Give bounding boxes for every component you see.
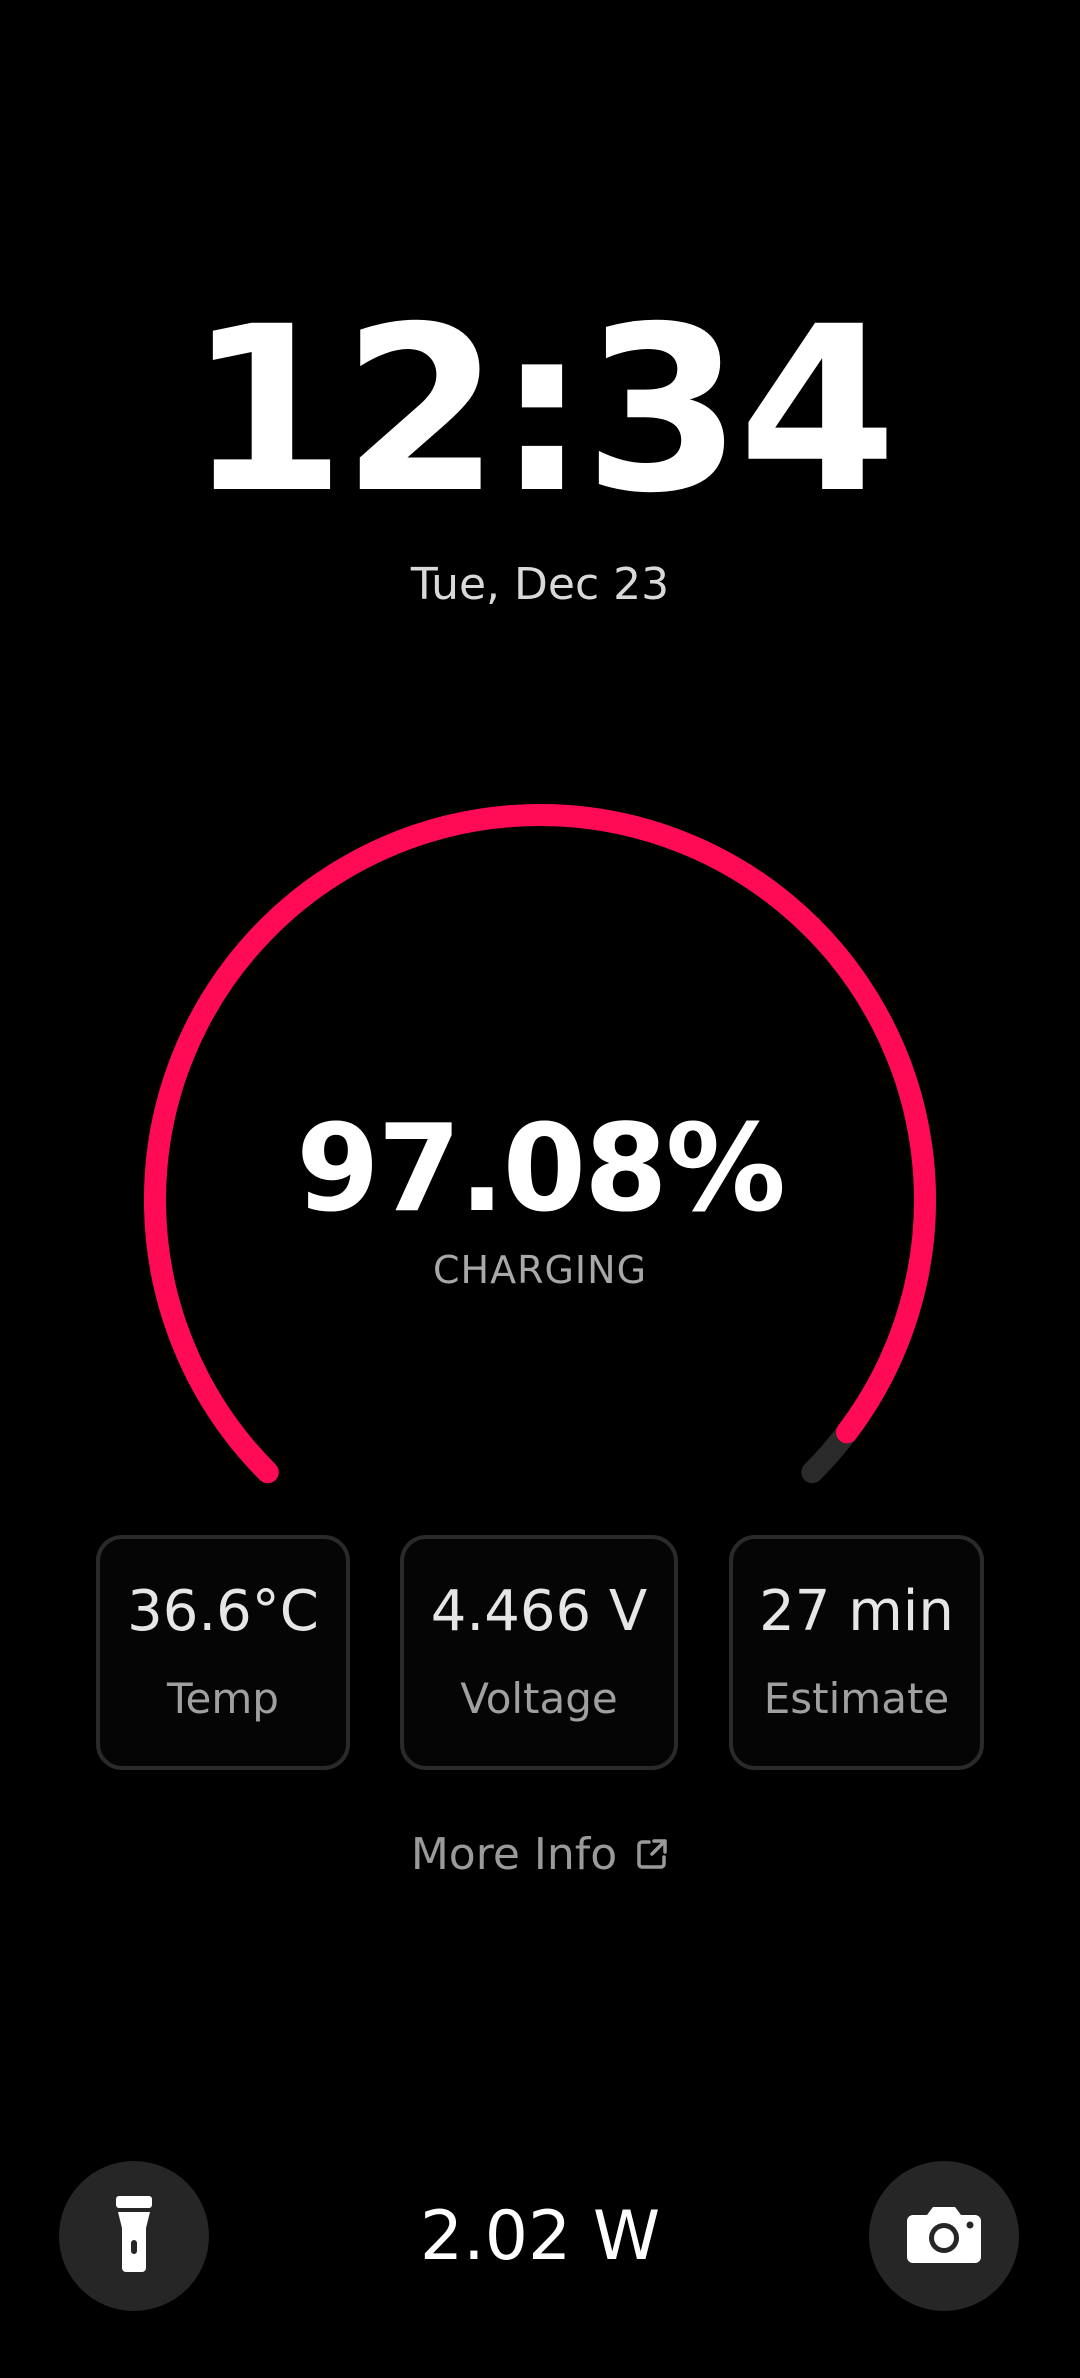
voltage-value: 4.466 V	[430, 1579, 648, 1644]
voltage-card: 4.466 V Voltage	[400, 1535, 678, 1770]
battery-percent: 97.08%	[296, 1100, 786, 1239]
charging-status: CHARGING	[432, 1248, 648, 1292]
estimate-card: 27 min Estimate	[729, 1535, 984, 1770]
more-info-label: More Info	[410, 1828, 618, 1880]
temp-card: 36.6°C Temp	[96, 1535, 350, 1770]
estimate-label: Estimate	[763, 1674, 950, 1723]
external-link-icon	[635, 1837, 669, 1871]
voltage-label: Voltage	[460, 1674, 618, 1723]
clock-date: Tue, Dec 23	[410, 559, 670, 610]
temp-value: 36.6°C	[127, 1579, 319, 1644]
camera-button[interactable]	[869, 2161, 1019, 2311]
clock-time: 12:34	[187, 277, 897, 543]
more-info-link[interactable]: More Info	[0, 1822, 1080, 1886]
temp-label: Temp	[167, 1674, 279, 1723]
estimate-value: 27 min	[759, 1579, 954, 1644]
camera-icon	[905, 2203, 983, 2269]
